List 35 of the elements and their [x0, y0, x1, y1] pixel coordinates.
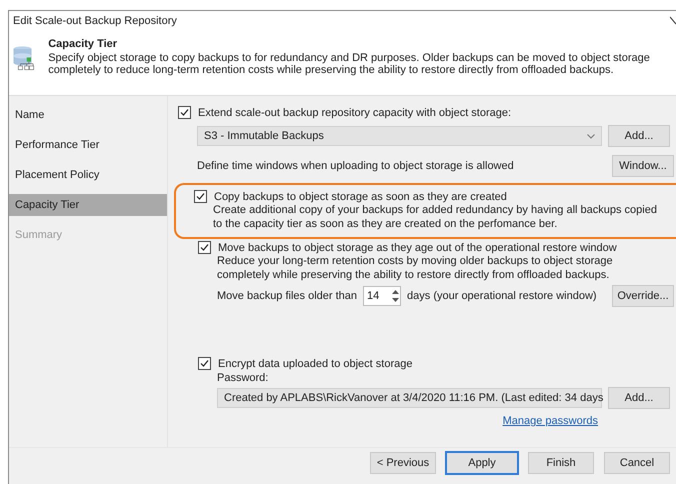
page-title: Capacity Tier [48, 38, 118, 50]
option-description: Create additional copy of your backups for added redundancy by having all backups copied to the capacity tier as soon as they are created on the perfomance ber. [212, 203, 658, 231]
wizard-step[interactable]: Performance Tier [9, 134, 167, 156]
checkbox-label: Move backups to object storage as they age out of the operational restore window [218, 242, 617, 254]
checkbox[interactable] [194, 190, 207, 203]
wizard-step[interactable]: Name [9, 104, 167, 126]
wizard-button[interactable]: Cancel [604, 452, 670, 474]
older-than-label: Move backup files older than [217, 290, 358, 302]
days-spinner[interactable]: 14 [363, 286, 402, 306]
wizard-step[interactable]: Capacity Tier [9, 194, 167, 216]
option-description: Reduce your long-term retention costs by moving older backups to object storage completely while preserving the ability to restore directly from offloaded backups. [216, 254, 614, 282]
days-label: days (your operational restore window) [407, 290, 598, 302]
wizard-step[interactable]: Placement Policy [9, 164, 167, 186]
add-button[interactable]: Add... [608, 387, 670, 409]
password-label: Password: [217, 372, 270, 384]
password-dropdown[interactable]: Created by APLABS\RickVanover at 3/4/2020 11:16 PM. (Last edited: 34 days [217, 388, 602, 408]
time-window-label: Define time windows when uploading to object storage is allowed [197, 160, 514, 172]
checkbox-label: Encrypt data uploaded to object storage [218, 358, 412, 370]
manage-passwords-link[interactable]: Manage passwords [502, 415, 598, 427]
override-button[interactable]: Override... [612, 285, 674, 307]
checkbox[interactable] [198, 357, 211, 370]
repository-dropdown[interactable]: S3 - Immutable Backups [197, 126, 602, 146]
spinner-arrows-icon [391, 289, 400, 303]
checkbox-label: Extend scale-out backup repository capacity with object storage: [198, 106, 512, 118]
wizard-button[interactable]: < Previous [370, 452, 436, 474]
page-description: Specify object storage to copy backups to for redundancy and DR purposes. Older backups can be moved to object storage completely to reduce long-term retention costs while preserving the ability to restore directly from offloaded backups. [48, 52, 651, 76]
caret-icon [587, 134, 595, 138]
window-button[interactable]: Window... [612, 155, 674, 177]
checkbox[interactable] [198, 241, 211, 254]
checkbox[interactable] [178, 106, 191, 119]
wizard-button[interactable]: Finish [528, 452, 594, 474]
checkbox-label: Copy backups to object storage as soon as they are created [214, 190, 507, 202]
add-button[interactable]: Add... [608, 125, 670, 147]
window-title: Edit Scale-out Backup Repository [13, 15, 177, 27]
wizard-button[interactable]: Apply [446, 452, 518, 474]
